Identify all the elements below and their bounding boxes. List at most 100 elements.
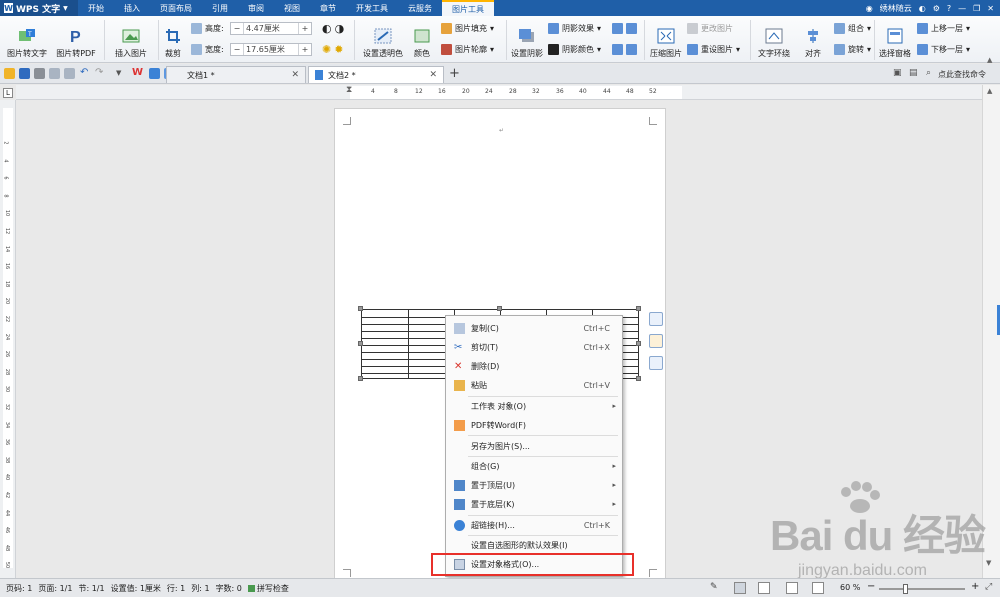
color-button[interactable]: 颜色 bbox=[408, 20, 436, 59]
menu-item-pdf-to-word[interactable]: PDF转Word(F) bbox=[446, 416, 622, 434]
command-search-input[interactable]: 点此查找命令 bbox=[938, 69, 986, 80]
print-icon[interactable] bbox=[34, 68, 45, 79]
format-painter-icon[interactable] bbox=[64, 68, 75, 79]
status-row[interactable]: 行: 1 bbox=[167, 583, 185, 594]
resize-handle[interactable] bbox=[636, 376, 641, 381]
nudge-right-icon[interactable] bbox=[626, 44, 637, 55]
tab-insert[interactable]: 插入 bbox=[114, 0, 150, 16]
collapse-ribbon-icon[interactable]: ▲ bbox=[987, 56, 992, 64]
zoom-in-icon[interactable]: + bbox=[971, 581, 979, 592]
more-icon[interactable]: ▤ bbox=[909, 68, 918, 78]
menu-item-delete[interactable]: ✕ 删除(D) bbox=[446, 357, 622, 375]
close-tab-icon[interactable]: ✕ bbox=[291, 70, 299, 80]
layout-options-icon[interactable] bbox=[649, 312, 663, 326]
insert-picture-button[interactable]: 插入图片 bbox=[108, 20, 154, 59]
resize-handle[interactable] bbox=[358, 341, 363, 346]
pic-to-pdf-button[interactable]: P 图片转PDF bbox=[52, 20, 100, 59]
crop-button[interactable]: 裁剪 bbox=[161, 20, 185, 59]
spell-check-toggle[interactable]: 拼写检查 bbox=[247, 583, 289, 594]
nudge-left-icon[interactable] bbox=[626, 23, 637, 34]
quick-access-dropdown-icon[interactable]: ▼ bbox=[116, 69, 121, 77]
fit-page-icon[interactable]: ⤢ bbox=[985, 582, 992, 592]
user-name[interactable]: 绣林随云 bbox=[880, 3, 912, 14]
app-menu-button[interactable]: W WPS 文字 ▼ bbox=[0, 0, 78, 16]
restore-icon[interactable]: ❐ bbox=[973, 4, 980, 13]
change-picture-button[interactable]: 更改图片 bbox=[687, 23, 733, 34]
minus-icon[interactable]: − bbox=[231, 24, 243, 33]
indent-marker-icon[interactable]: ⧗ bbox=[346, 85, 352, 95]
redo-icon[interactable]: ↷ bbox=[95, 67, 103, 78]
skin-icon[interactable]: ◐ bbox=[919, 4, 926, 13]
cloud-doc-icon[interactable] bbox=[149, 68, 160, 79]
status-page-number[interactable]: 页码: 1 bbox=[6, 583, 32, 594]
menu-item-save-as-picture[interactable]: 另存为图片(S)... bbox=[446, 437, 622, 455]
horizontal-ruler[interactable]: 4 8 12 16 20 24 28 32 36 40 44 48 52 ⧗ bbox=[16, 85, 982, 100]
plus-icon[interactable]: + bbox=[299, 45, 311, 54]
contrast-up-icon[interactable]: ◐ bbox=[322, 22, 332, 35]
contrast-buttons[interactable]: ◐ ◑ bbox=[322, 22, 344, 35]
pic-to-text-button[interactable]: T 图片转文字 bbox=[4, 20, 50, 59]
shadow-nudge-up[interactable] bbox=[612, 23, 637, 34]
tab-document-2[interactable]: 文档2 * ✕ bbox=[308, 66, 444, 83]
status-column[interactable]: 列: 1 bbox=[191, 583, 209, 594]
status-setting[interactable]: 设置值: 1厘米 bbox=[111, 583, 161, 594]
feedback-icon[interactable]: ▣ bbox=[893, 68, 902, 78]
picture-fill-button[interactable]: 图片填充 ▾ bbox=[441, 23, 494, 34]
status-section[interactable]: 节: 1/1 bbox=[78, 583, 104, 594]
view-read-icon[interactable] bbox=[812, 582, 824, 594]
zoom-slider-thumb[interactable] bbox=[903, 584, 908, 594]
set-shadow-button[interactable]: 设置阴影 bbox=[509, 20, 545, 59]
vertical-ruler[interactable]: 2 4 6 8 10 12 14 16 18 20 22 24 26 28 30 32 34 36 38 40 42 44… bbox=[0, 100, 16, 578]
menu-item-worksheet-object[interactable]: 工作表 对象(O) ▸ bbox=[446, 397, 622, 415]
open-icon[interactable] bbox=[4, 68, 15, 79]
tab-section[interactable]: 章节 bbox=[310, 0, 346, 16]
align-button[interactable]: 对齐 bbox=[800, 20, 826, 59]
tab-stop-selector[interactable]: L bbox=[3, 88, 13, 98]
minus-icon[interactable]: − bbox=[231, 45, 243, 54]
bring-forward-button[interactable]: 上移一层 ▾ bbox=[917, 23, 970, 34]
zoom-level[interactable]: 60 % bbox=[840, 583, 860, 592]
status-word-count[interactable]: 字数: 0 bbox=[216, 583, 242, 594]
new-tab-plus-icon[interactable]: + bbox=[449, 66, 460, 81]
settings-icon[interactable]: ⚙ bbox=[933, 4, 940, 13]
close-icon[interactable]: ✕ bbox=[987, 4, 994, 13]
close-tab-icon[interactable]: ✕ bbox=[429, 70, 437, 80]
user-avatar-icon[interactable]: ◉ bbox=[866, 4, 873, 13]
tab-home[interactable]: 开始 bbox=[78, 0, 114, 16]
height-spinner[interactable]: −4.47厘米 + bbox=[230, 22, 312, 35]
tab-review[interactable]: 审阅 bbox=[238, 0, 274, 16]
menu-item-group[interactable]: 组合(G) ▸ bbox=[446, 457, 622, 475]
rotate-button[interactable]: 旋转 ▾ bbox=[834, 44, 871, 55]
menu-item-set-default-shape-effect[interactable]: 设置自选图形的默认效果(I) bbox=[446, 536, 622, 554]
menu-item-send-to-back[interactable]: 置于底层(K) ▸ bbox=[446, 495, 622, 513]
group-button[interactable]: 组合 ▾ bbox=[834, 23, 871, 34]
resize-handle[interactable] bbox=[636, 341, 641, 346]
zoom-slider[interactable] bbox=[879, 588, 965, 590]
resize-handle[interactable] bbox=[358, 376, 363, 381]
search-icon[interactable]: ⌕ bbox=[926, 68, 931, 78]
brightness-buttons[interactable]: ✺ ✹ bbox=[322, 43, 343, 56]
view-page-icon[interactable] bbox=[734, 582, 746, 594]
menu-item-bring-to-front[interactable]: 置于顶层(U) ▸ bbox=[446, 476, 622, 494]
picture-outline-button[interactable]: 图片轮廓 ▾ bbox=[441, 44, 494, 55]
tab-layout[interactable]: 页面布局 bbox=[150, 0, 202, 16]
menu-item-hyperlink[interactable]: 超链接(H)... Ctrl+K bbox=[446, 516, 622, 534]
tab-document-1[interactable]: 文档1 * ✕ bbox=[166, 66, 306, 83]
text-wrap-button[interactable]: 文字环绕 bbox=[753, 20, 795, 59]
tab-view[interactable]: 视图 bbox=[274, 0, 310, 16]
send-backward-button[interactable]: 下移一层 ▾ bbox=[917, 44, 970, 55]
brightness-up-icon[interactable]: ✺ bbox=[322, 43, 331, 56]
plus-icon[interactable]: + bbox=[299, 24, 311, 33]
help-icon[interactable]: ? bbox=[947, 4, 951, 13]
print-preview-icon[interactable] bbox=[49, 68, 60, 79]
nudge-down-icon[interactable] bbox=[612, 44, 623, 55]
minimize-icon[interactable]: — bbox=[958, 4, 966, 13]
menu-item-cut[interactable]: ✂ 剪切(T) Ctrl+X bbox=[446, 338, 622, 356]
contrast-down-icon[interactable]: ◑ bbox=[335, 22, 345, 35]
status-pages[interactable]: 页面: 1/1 bbox=[38, 583, 72, 594]
shadow-nudge-down[interactable] bbox=[612, 44, 637, 55]
save-icon[interactable] bbox=[19, 68, 30, 79]
shadow-effect-button[interactable]: 阴影效果 ▾ bbox=[548, 23, 601, 34]
compress-picture-button[interactable]: 压缩图片 bbox=[648, 20, 684, 59]
tab-picture-tools[interactable]: 图片工具 bbox=[442, 0, 494, 16]
